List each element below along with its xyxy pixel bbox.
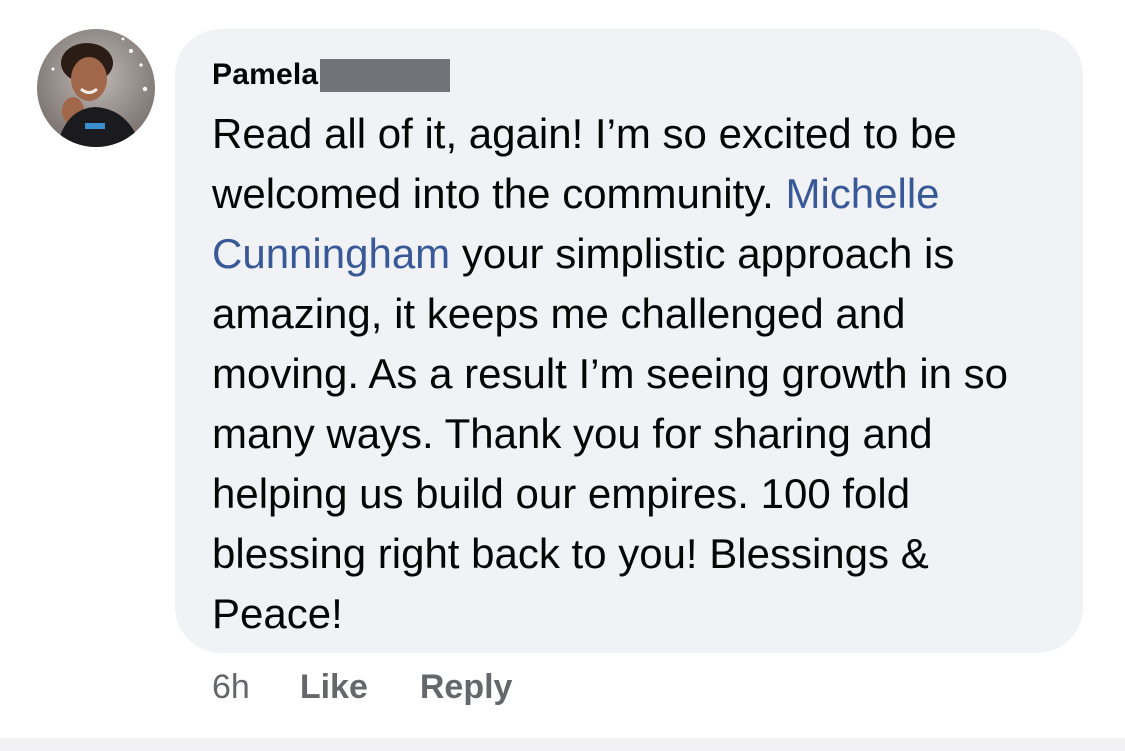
comment-view: Pamela Read all of it, again! I’m so exc…	[0, 0, 1125, 751]
comment-actions: 6h Like Reply	[212, 662, 512, 712]
avatar[interactable]	[37, 29, 155, 147]
comment-author: Pamela	[212, 55, 451, 95]
author-name[interactable]: Pamela	[212, 58, 318, 92]
comment-text-part2: your simplistic approach is amazing, it …	[212, 230, 1009, 637]
like-button[interactable]: Like	[300, 668, 368, 707]
timestamp[interactable]: 6h	[212, 668, 250, 707]
redacted-name-block	[320, 58, 451, 92]
bottom-divider	[0, 738, 1125, 751]
reply-button[interactable]: Reply	[420, 668, 513, 707]
profile-photo-icon	[37, 29, 155, 147]
comment-text: Read all of it, again! I’m so excited to…	[212, 104, 1062, 644]
